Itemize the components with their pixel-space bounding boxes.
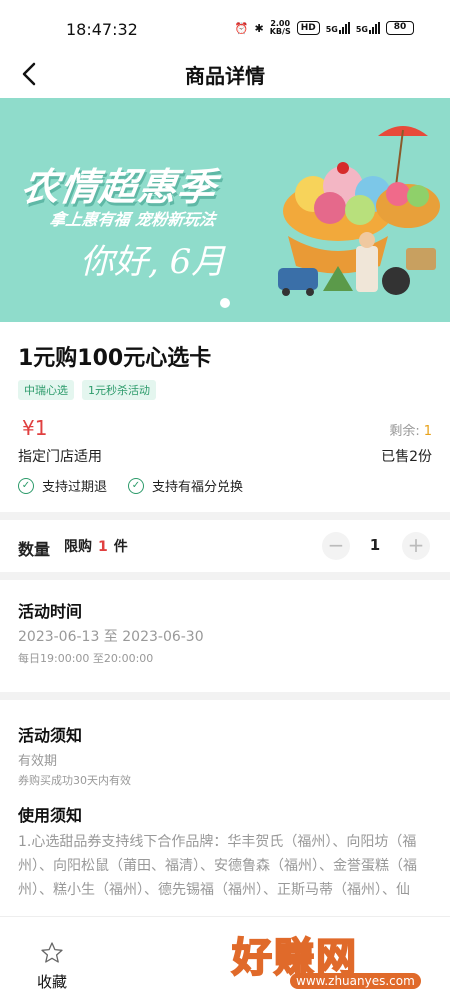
battery-icon: 80 [386,21,414,35]
limit-prefix: 限购 [64,539,92,555]
product-tags: 中瑞心选 1元秒杀活动 [18,380,156,400]
activity-time-card: 活动时间 2023-06-13 至 2023-06-30 每日19:00:00 … [0,580,450,692]
net-speed-unit: KB/S [269,27,291,36]
tag-brand: 中瑞心选 [18,380,74,400]
quantity-value: 1 [369,536,381,554]
product-price: ¥1 [22,416,48,440]
page-title: 商品详情 [185,64,265,88]
quantity-decrease-button[interactable]: − [322,532,350,560]
activity-time-heading: 活动时间 [18,602,83,621]
banner-title: 农情超惠季 [18,165,220,209]
guarantee-points-label: 支持有福分兑换 [152,480,244,495]
product-banner[interactable]: 农情超惠季 拿上惠有福 宠粉新玩法 你好, 6月 [0,98,450,322]
guarantee-refund-label: 支持过期退 [42,480,108,495]
bottom-bar: 收藏 好赚网 www.zhuanyes.com [0,916,450,1000]
sold-count: 已售2份 [381,449,432,465]
signal-2-bars-icon [369,22,380,34]
activity-notice-heading: 活动须知 [18,726,83,745]
nav-bar: 商品详情 [0,50,450,98]
usage-text: 1.心选甜品券支持线下合作品牌：华丰贺氏（福州）、向阳坊（福州）、向阳松鼠（莆田… [18,834,417,898]
check-circle-icon: ✓ [128,477,144,494]
limit-value: 1 [98,539,108,555]
status-icons: ⏰ ✱ 2.00 KB/S HD 5G 5G 80 [235,20,414,36]
purchase-limit: 限购 1 件 [64,536,128,556]
banner-subtitle: 拿上惠有福 宠粉新玩法 [48,210,217,229]
usage-heading: 使用须知 [18,806,83,825]
tag-activity: 1元秒杀活动 [82,380,156,400]
validity-text: 券购买成功30天内有效 [18,774,131,787]
limit-suffix: 件 [113,539,128,555]
watermark-url: www.zhuanyes.com [290,973,421,989]
activity-daily-hours: 每日19:00:00 至20:00:00 [18,652,154,665]
quantity-increase-button[interactable]: + [402,532,430,560]
signal-1: 5G [326,22,350,34]
star-icon [41,942,63,963]
signal-2-label: 5G [355,25,368,34]
store-applicable: 指定门店适用 [18,449,102,465]
watermark-logo: 好赚网 www.zhuanyes.com [231,925,442,995]
favorite-button[interactable]: 收藏 [30,941,74,992]
guarantee-refund: ✓ 支持过期退 [18,476,107,495]
check-circle-icon: ✓ [18,477,34,494]
activity-date-range: 2023-06-13 至 2023-06-30 [18,629,204,645]
remaining-value: 1 [423,424,432,439]
product-info-card: 1元购100元心选卡 中瑞心选 1元秒杀活动 ¥1 剩余: 1 指定门店适用 已售… [0,322,450,512]
remaining-label: 剩余: [389,424,420,439]
signal-1-label: 5G [325,25,338,34]
alarm-icon: ⏰ [234,21,249,35]
carousel-dot[interactable] [220,298,230,308]
guarantee-points: ✓ 支持有福分兑换 [128,476,243,495]
remaining-stock: 剩余: 1 [389,420,432,439]
notice-card: 活动须知 有效期 券购买成功30天内有效 使用须知 1.心选甜品券支持线下合作品… [0,700,450,916]
status-time: 18:47:32 [66,20,138,39]
net-speed: 2.00 KB/S [270,20,291,36]
banner-script: 你好, 6月 [80,242,226,282]
signal-1-bars-icon [338,22,350,34]
status-bar: 18:47:32 ⏰ ✱ 2.00 KB/S HD 5G 5G 80 [0,0,450,50]
hd-icon: HD [296,21,320,35]
bluetooth-icon: ✱ [254,21,264,35]
dessert-illustration [278,126,440,296]
favorite-label: 收藏 [36,973,67,991]
quantity-row: 数量 限购 1 件 − 1 + [0,520,450,572]
validity-label: 有效期 [18,754,58,769]
signal-2: 5G [356,22,380,34]
quantity-label: 数量 [18,540,51,559]
product-title: 1元购100元心选卡 [18,346,212,371]
